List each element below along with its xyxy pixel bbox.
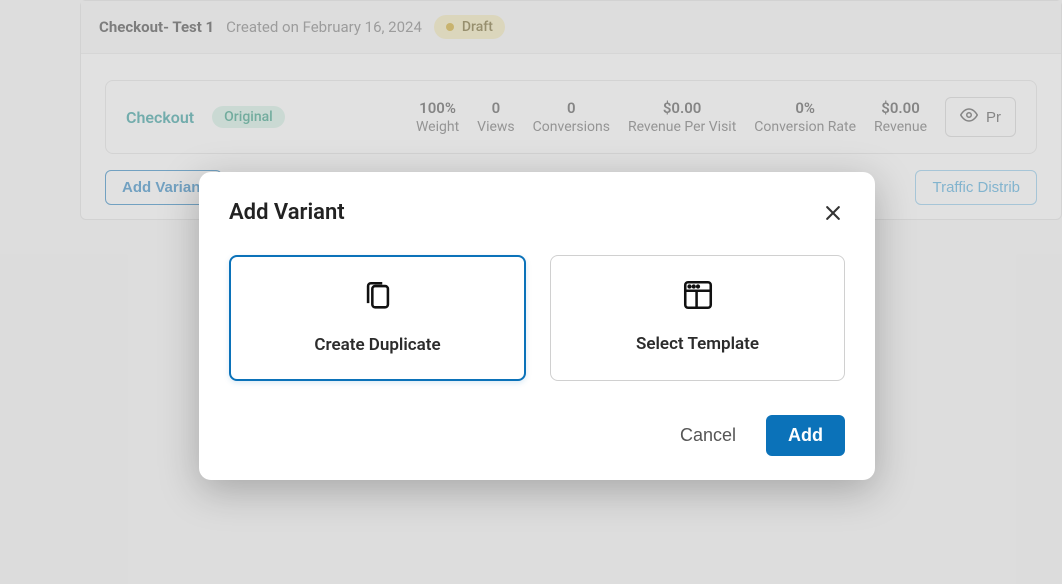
option-template-label: Select Template [565,334,830,354]
option-select-template[interactable]: Select Template [550,255,845,381]
variant-options: Create Duplicate Select Template [229,255,845,381]
add-button[interactable]: Add [766,415,845,456]
option-create-duplicate[interactable]: Create Duplicate [229,255,526,381]
modal-actions: Cancel Add [229,415,845,456]
close-icon[interactable] [821,201,845,225]
add-variant-modal: Add Variant Create Duplicate [199,172,875,480]
template-icon [565,278,830,312]
modal-title: Add Variant [229,200,345,225]
modal-header: Add Variant [229,200,845,225]
duplicate-icon [245,279,510,313]
option-duplicate-label: Create Duplicate [245,335,510,355]
cancel-button[interactable]: Cancel [680,425,736,446]
